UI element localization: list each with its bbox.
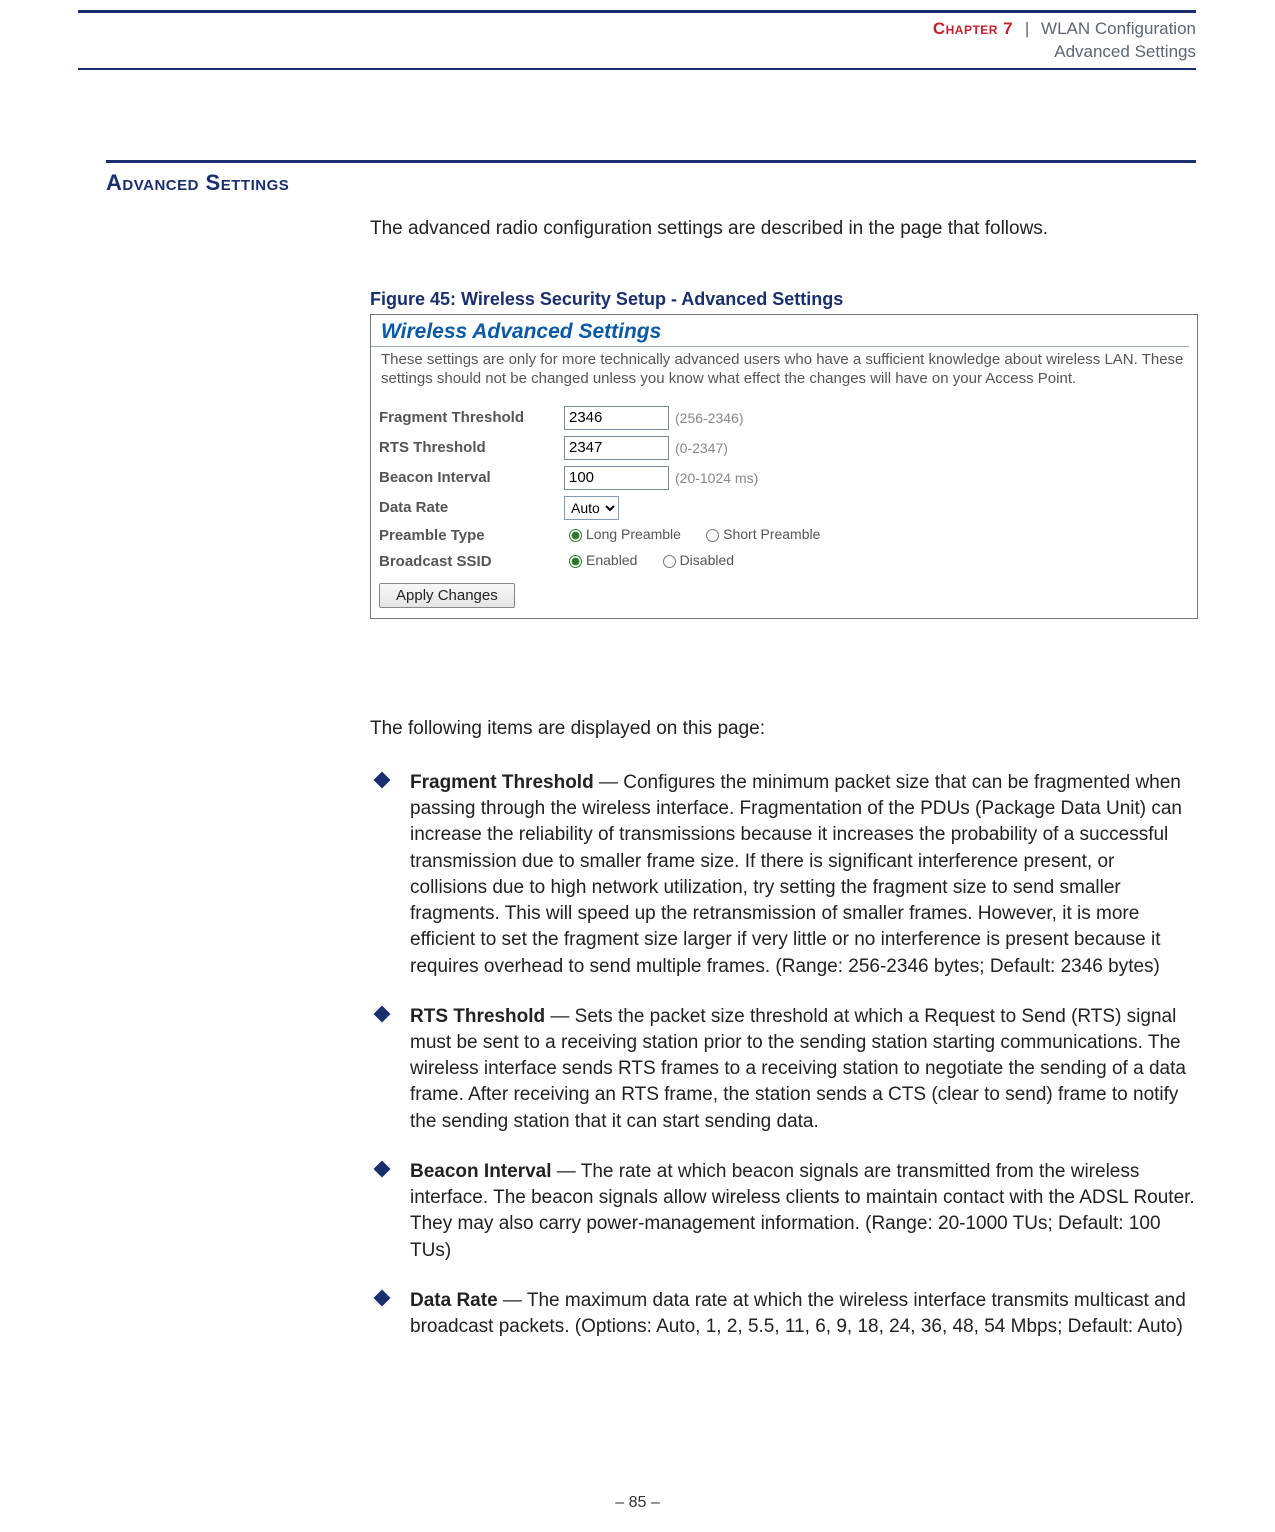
header-subtitle: Advanced Settings bbox=[78, 41, 1196, 64]
page-footer: – 85 – bbox=[0, 1494, 1275, 1512]
panel-form: Fragment Threshold (256-2346) RTS Thresh… bbox=[371, 401, 1197, 618]
bullet-data-rate: Data Rate — The maximum data rate at whi… bbox=[370, 1288, 1196, 1340]
radio-bssid-enabled[interactable] bbox=[569, 555, 582, 568]
label-broadcast-ssid: Broadcast SSID bbox=[379, 553, 564, 570]
row-preamble-type: Preamble Type Long Preamble Short Preamb… bbox=[379, 523, 1189, 549]
radio-label-long-preamble[interactable]: Long Preamble bbox=[564, 526, 681, 542]
radio-text-bssid-disabled: Disabled bbox=[680, 552, 734, 568]
label-fragment-threshold: Fragment Threshold bbox=[379, 409, 564, 426]
range-rts-threshold: (0-2347) bbox=[669, 440, 728, 456]
panel-description: These settings are only for more technic… bbox=[371, 351, 1197, 401]
select-data-rate[interactable]: Auto bbox=[564, 496, 619, 520]
diamond-icon bbox=[374, 1289, 391, 1306]
term-fragment-threshold: Fragment Threshold bbox=[410, 772, 594, 793]
settings-screenshot-panel: Wireless Advanced Settings These setting… bbox=[370, 314, 1198, 619]
row-data-rate: Data Rate Auto bbox=[379, 493, 1189, 523]
diamond-icon bbox=[374, 1005, 391, 1022]
term-rts-threshold: RTS Threshold bbox=[410, 1006, 545, 1027]
text-fragment-threshold: — Configures the minimum packet size tha… bbox=[410, 772, 1182, 977]
term-beacon-interval: Beacon Interval bbox=[410, 1161, 552, 1182]
input-beacon-interval[interactable] bbox=[564, 466, 669, 490]
label-beacon-interval: Beacon Interval bbox=[379, 469, 564, 486]
header-rule-bottom bbox=[78, 68, 1196, 70]
input-fragment-threshold[interactable] bbox=[564, 406, 669, 430]
header-title: WLAN Configuration bbox=[1041, 19, 1196, 38]
radio-long-preamble[interactable] bbox=[569, 529, 582, 542]
bullet-list: Fragment Threshold — Configures the mini… bbox=[370, 770, 1196, 1364]
row-broadcast-ssid: Broadcast SSID Enabled Disabled bbox=[379, 549, 1189, 575]
page-header: Chapter 7 | WLAN Configuration Advanced … bbox=[78, 18, 1196, 64]
intro-paragraph: The advanced radio configuration setting… bbox=[370, 216, 1196, 242]
panel-title: Wireless Advanced Settings bbox=[371, 315, 1189, 347]
label-rts-threshold: RTS Threshold bbox=[379, 439, 564, 456]
text-data-rate: — The maximum data rate at which the wir… bbox=[410, 1290, 1186, 1337]
chapter-label: Chapter 7 bbox=[933, 19, 1013, 38]
apply-changes-button[interactable]: Apply Changes bbox=[379, 583, 515, 608]
section-rule bbox=[106, 160, 1196, 163]
input-rts-threshold[interactable] bbox=[564, 436, 669, 460]
radio-label-bssid-enabled[interactable]: Enabled bbox=[564, 552, 637, 568]
bullet-fragment-threshold: Fragment Threshold — Configures the mini… bbox=[370, 770, 1196, 980]
radio-text-short-preamble: Short Preamble bbox=[723, 526, 820, 542]
term-data-rate: Data Rate bbox=[410, 1290, 498, 1311]
range-fragment-threshold: (256-2346) bbox=[669, 410, 744, 426]
section-title: Advanced Settings bbox=[106, 170, 289, 196]
radio-short-preamble[interactable] bbox=[706, 529, 719, 542]
radio-text-long-preamble: Long Preamble bbox=[586, 526, 681, 542]
items-intro: The following items are displayed on thi… bbox=[370, 716, 1196, 742]
bullet-rts-threshold: RTS Threshold — Sets the packet size thr… bbox=[370, 1004, 1196, 1135]
label-data-rate: Data Rate bbox=[379, 499, 564, 516]
radio-label-bssid-disabled[interactable]: Disabled bbox=[658, 552, 734, 568]
radio-group-preamble: Long Preamble Short Preamble bbox=[564, 526, 836, 546]
label-preamble-type: Preamble Type bbox=[379, 527, 564, 544]
header-separator: | bbox=[1018, 19, 1036, 38]
row-rts-threshold: RTS Threshold (0-2347) bbox=[379, 433, 1189, 463]
bullet-beacon-interval: Beacon Interval — The rate at which beac… bbox=[370, 1159, 1196, 1264]
figure-caption: Figure 45: Wireless Security Setup - Adv… bbox=[370, 287, 1196, 312]
radio-text-bssid-enabled: Enabled bbox=[586, 552, 637, 568]
header-rule-top bbox=[78, 10, 1196, 13]
radio-label-short-preamble[interactable]: Short Preamble bbox=[701, 526, 820, 542]
radio-bssid-disabled[interactable] bbox=[663, 555, 676, 568]
diamond-icon bbox=[374, 1160, 391, 1177]
row-beacon-interval: Beacon Interval (20-1024 ms) bbox=[379, 463, 1189, 493]
diamond-icon bbox=[374, 772, 391, 789]
row-fragment-threshold: Fragment Threshold (256-2346) bbox=[379, 403, 1189, 433]
radio-group-bssid: Enabled Disabled bbox=[564, 552, 750, 572]
range-beacon-interval: (20-1024 ms) bbox=[669, 470, 758, 486]
